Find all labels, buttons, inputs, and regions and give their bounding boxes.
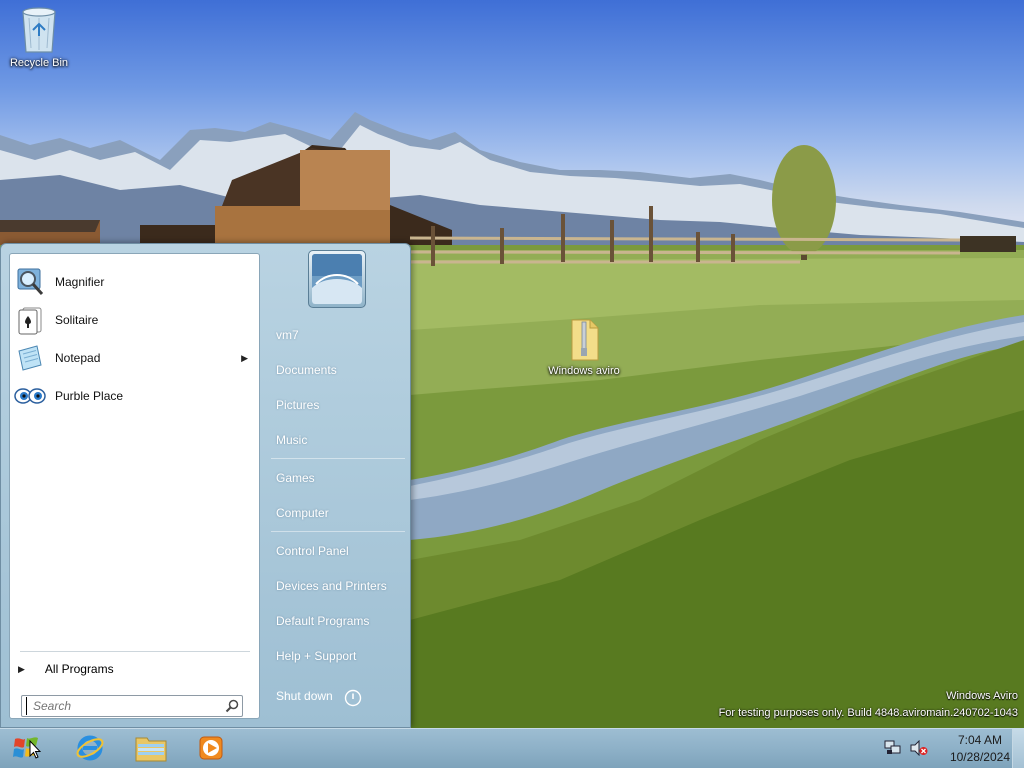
- start-item-documents[interactable]: Documents: [276, 363, 337, 377]
- notepad-icon: [14, 342, 46, 374]
- volume-muted-icon[interactable]: [910, 739, 928, 759]
- purble-place-icon: [14, 380, 46, 412]
- clock-date: 10/28/2024: [949, 750, 1010, 764]
- watermark-title: Windows Aviro: [946, 690, 1018, 702]
- taskbar-media-player[interactable]: [191, 732, 231, 766]
- recycle-bin-icon: [19, 6, 59, 54]
- user-account-picture[interactable]: [308, 250, 366, 308]
- program-solitaire[interactable]: Solitaire: [12, 302, 258, 338]
- program-purble-place[interactable]: Purble Place: [12, 378, 258, 414]
- search-input[interactable]: [26, 697, 222, 715]
- start-item-user[interactable]: vm7: [276, 328, 299, 342]
- build-watermark: Windows Aviro For testing purposes only.…: [719, 688, 1018, 722]
- desktop-icon-label: Recycle Bin: [9, 57, 69, 69]
- all-programs-label: All Programs: [44, 662, 114, 676]
- magnifier-icon: [14, 266, 46, 298]
- network-icon[interactable]: [884, 740, 902, 759]
- show-desktop-button[interactable]: [1012, 729, 1024, 768]
- expand-arrow-icon: ▶: [18, 663, 25, 674]
- watermark-build: For testing purposes only. Build 4848.av…: [718, 707, 1018, 719]
- taskbar-file-explorer[interactable]: [131, 732, 171, 766]
- all-programs-button[interactable]: ▶ All Programs: [18, 659, 114, 679]
- submenu-arrow-icon: ▶: [241, 352, 248, 363]
- program-label: Purble Place: [55, 389, 124, 403]
- desktop-icon-label: Windows aviro: [548, 365, 620, 377]
- search-icon[interactable]: [222, 696, 242, 716]
- start-menu-programs-pane: Magnifier Solitaire Notepad ▶ Purble Pla…: [9, 253, 260, 719]
- program-notepad[interactable]: Notepad ▶: [12, 340, 258, 376]
- mouse-cursor-icon: [29, 739, 42, 763]
- start-search-box[interactable]: [21, 695, 243, 717]
- taskbar-clock[interactable]: 7:04 AM 10/28/2024: [950, 732, 1010, 766]
- start-item-music[interactable]: Music: [276, 433, 307, 447]
- system-tray: 7:04 AM 10/28/2024: [884, 729, 1010, 768]
- shutdown-label: Shut down: [276, 689, 333, 703]
- power-icon[interactable]: [344, 689, 362, 707]
- program-label: Notepad: [55, 351, 101, 365]
- start-item-computer[interactable]: Computer: [276, 506, 329, 520]
- right-pane-separator: [271, 458, 405, 459]
- start-item-help-support[interactable]: Help + Support: [276, 649, 356, 663]
- start-item-games[interactable]: Games: [276, 471, 315, 485]
- program-label: Magnifier: [55, 275, 105, 289]
- desktop-icon-windows-aviro[interactable]: Windows aviro: [546, 318, 622, 378]
- start-item-pictures[interactable]: Pictures: [276, 398, 319, 412]
- program-magnifier[interactable]: Magnifier: [12, 264, 258, 300]
- start-item-control-panel[interactable]: Control Panel: [276, 544, 349, 558]
- right-pane-separator: [271, 531, 405, 532]
- internet-explorer-icon: [75, 733, 105, 766]
- taskbar: 7:04 AM 10/28/2024: [0, 728, 1024, 768]
- clock-time: 7:04 AM: [957, 733, 1002, 747]
- user-picture-icon: [312, 254, 362, 304]
- solitaire-icon: [14, 304, 46, 336]
- start-menu: Magnifier Solitaire Notepad ▶ Purble Pla…: [0, 243, 411, 728]
- program-label: Solitaire: [55, 313, 99, 327]
- taskbar-internet-explorer[interactable]: [70, 732, 110, 766]
- media-player-icon: [198, 735, 224, 764]
- zip-folder-icon: [568, 318, 600, 362]
- shutdown-button[interactable]: Shut down: [276, 689, 333, 703]
- start-item-default-programs[interactable]: Default Programs: [276, 614, 369, 628]
- start-item-devices-printers[interactable]: Devices and Printers: [276, 579, 387, 593]
- programs-separator: [20, 651, 250, 652]
- file-explorer-icon: [135, 734, 167, 765]
- desktop-icon-recycle-bin[interactable]: Recycle Bin: [1, 6, 77, 70]
